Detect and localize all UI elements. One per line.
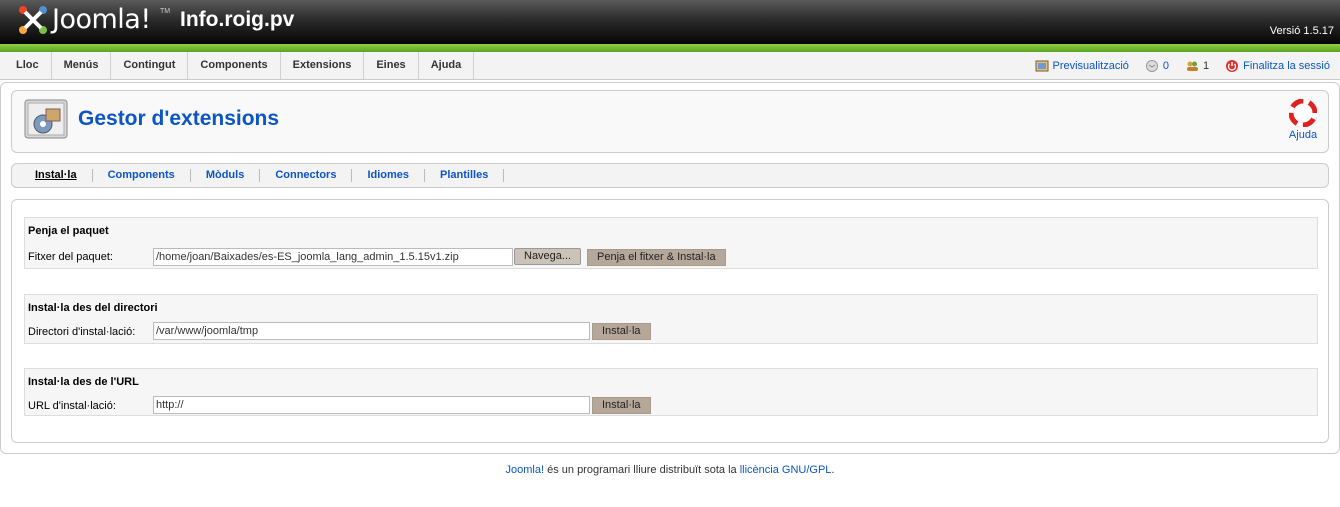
footer-text: és un programari lliure distribuït sota …: [544, 464, 740, 476]
tab-languages[interactable]: Idiomes: [352, 169, 426, 182]
browse-button[interactable]: Navega...: [514, 248, 582, 265]
tab-plugins[interactable]: Connectors: [260, 169, 353, 182]
messages-indicator[interactable]: 0: [1145, 59, 1169, 73]
toolbar-box: Gestor d'extensions Ajuda: [11, 90, 1329, 153]
site-name: Info.roig.pv: [180, 8, 295, 31]
install-url-button[interactable]: Instal·la: [592, 397, 651, 414]
directory-title: Instal·la des del directori: [28, 302, 158, 314]
url-title: Instal·la des de l'URL: [28, 376, 139, 388]
header: Joomla! TM Info.roig.pv Versió 1.5.17: [0, 0, 1340, 44]
menu-item-lloc[interactable]: Lloc: [4, 52, 52, 79]
install-url-section: Instal·la des de l'URL URL d'instal·laci…: [24, 368, 1318, 416]
help-label[interactable]: Ajuda: [1289, 129, 1317, 141]
lifebuoy-icon: [1289, 99, 1317, 127]
install-directory-input[interactable]: [153, 322, 590, 340]
menu-item-contingut[interactable]: Contingut: [111, 52, 189, 79]
page-title: Gestor d'extensions: [78, 107, 280, 130]
main-content: Penja el paquet Fitxer del paquet: Naveg…: [11, 199, 1329, 443]
logo-trademark: TM: [160, 8, 171, 15]
users-count: 1: [1203, 59, 1210, 72]
package-file-input[interactable]: [153, 248, 513, 266]
tab-templates[interactable]: Plantilles: [425, 169, 505, 182]
status-area: Previsualització 0 1 Finalitza la sessió: [1023, 52, 1330, 79]
upload-label: Fitxer del paquet:: [28, 251, 113, 263]
preview-label[interactable]: Previsualització: [1053, 60, 1129, 72]
tab-components[interactable]: Components: [93, 169, 191, 182]
submenu: Instal·la Components Mòduls Connectors I…: [11, 163, 1329, 188]
footer-license-link[interactable]: llicència GNU/GPL: [740, 464, 832, 476]
menu-item-menus[interactable]: Menús: [52, 52, 112, 79]
menu-bar: Lloc Menús Contingut Components Extensio…: [0, 52, 1340, 80]
footer-end: .: [831, 464, 835, 476]
header-accent-bar: [0, 44, 1340, 52]
footer: Joomla! és un programari lliure distribu…: [0, 464, 1340, 476]
footer-joomla-link[interactable]: Joomla!: [506, 464, 545, 476]
main-menu: Lloc Menús Contingut Components Extensio…: [4, 52, 475, 79]
url-label: URL d'instal·lació:: [28, 400, 116, 412]
joomla-logo-icon: [19, 6, 47, 34]
messages-icon: [1145, 59, 1158, 72]
users-icon: [1187, 61, 1199, 71]
menu-item-components[interactable]: Components: [188, 52, 281, 79]
menu-item-eines[interactable]: Eines: [364, 52, 419, 79]
messages-count[interactable]: 0: [1163, 60, 1169, 72]
logout-icon: [1226, 59, 1239, 72]
logout-link[interactable]: Finalitza la sessió: [1225, 59, 1330, 73]
users-indicator: 1: [1185, 59, 1209, 73]
upload-package-section: Penja el paquet Fitxer del paquet: Naveg…: [24, 217, 1318, 269]
tab-install[interactable]: Instal·la: [20, 169, 93, 182]
logo-text: Joomla!: [52, 4, 151, 35]
tab-modules[interactable]: Mòduls: [191, 169, 261, 182]
upload-install-button[interactable]: Penja el fitxer & Instal·la: [587, 249, 726, 266]
menu-item-extensions[interactable]: Extensions: [281, 52, 365, 79]
submenu-items: Instal·la Components Mòduls Connectors I…: [20, 169, 505, 182]
install-directory-section: Instal·la des del directori Directori d'…: [24, 294, 1318, 344]
directory-label: Directori d'instal·lació:: [28, 326, 136, 338]
install-directory-button[interactable]: Instal·la: [592, 323, 651, 340]
logout-label[interactable]: Finalitza la sessió: [1243, 60, 1330, 72]
help-button[interactable]: Ajuda: [1288, 99, 1318, 141]
version-label: Versió 1.5.17: [1269, 25, 1334, 37]
preview-link[interactable]: Previsualització: [1035, 59, 1129, 73]
extension-manager-icon: [24, 99, 68, 139]
menu-item-ajuda[interactable]: Ajuda: [419, 52, 475, 79]
install-url-input[interactable]: [153, 396, 590, 414]
upload-title: Penja el paquet: [28, 225, 109, 237]
preview-icon: [1035, 60, 1048, 71]
